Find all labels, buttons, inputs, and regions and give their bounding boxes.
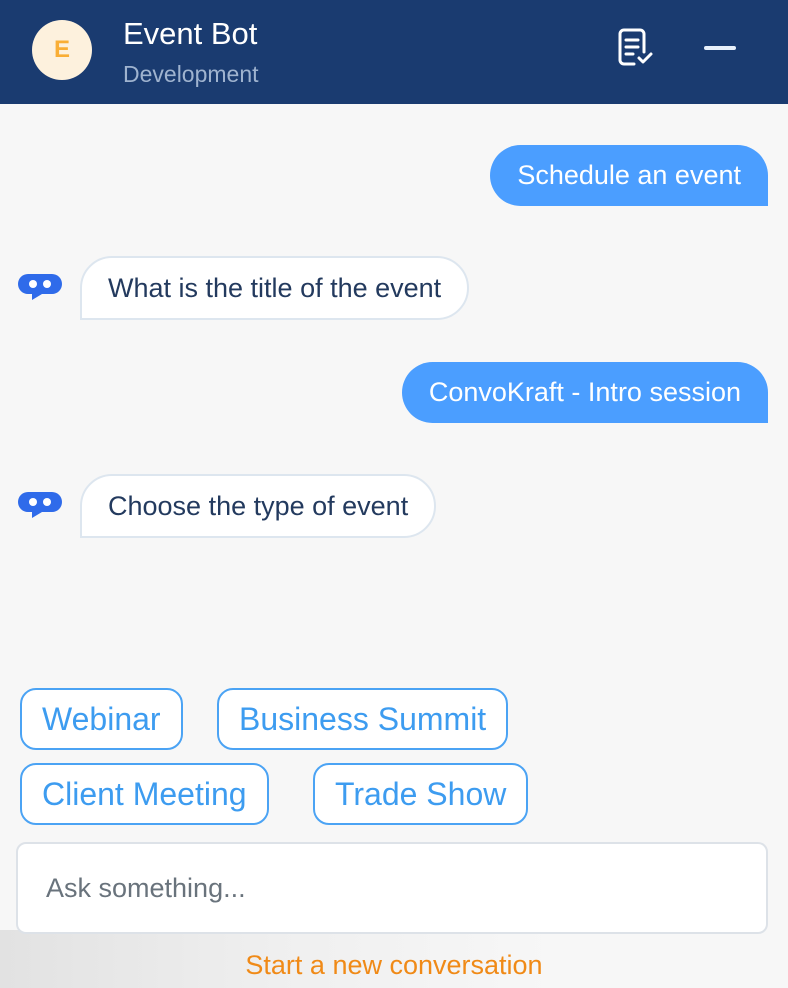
new-conversation-link[interactable]: Start a new conversation <box>0 948 788 982</box>
quick-reply-business-summit[interactable]: Business Summit <box>217 688 509 750</box>
bot-environment: Development <box>123 61 259 87</box>
minimize-button[interactable] <box>700 30 740 66</box>
quick-reply-trade-show[interactable]: Trade Show <box>313 763 529 825</box>
quick-reply-client-meeting[interactable]: Client Meeting <box>20 763 269 825</box>
chat-bot-icon <box>18 274 62 300</box>
bot-avatar: E <box>32 20 92 80</box>
chat-header: E Event Bot Development <box>0 0 788 104</box>
quick-reply-webinar[interactable]: Webinar <box>20 688 183 750</box>
user-message: Schedule an event <box>490 145 768 206</box>
bot-message-row: What is the title of the event <box>18 256 470 320</box>
document-check-icon <box>618 28 653 66</box>
user-message: ConvoKraft - Intro session <box>401 362 768 423</box>
bot-message: Choose the type of event <box>80 474 437 538</box>
message-input-container <box>16 842 768 934</box>
bot-message: What is the title of the event <box>80 256 470 320</box>
transcript-button[interactable] <box>614 26 660 72</box>
minimize-icon <box>704 46 736 50</box>
bot-message-row: Choose the type of event <box>18 474 437 538</box>
avatar-letter: E <box>53 36 70 63</box>
chat-bot-icon <box>18 492 62 518</box>
message-input[interactable] <box>46 844 746 932</box>
bot-title: Event Bot <box>123 16 258 51</box>
